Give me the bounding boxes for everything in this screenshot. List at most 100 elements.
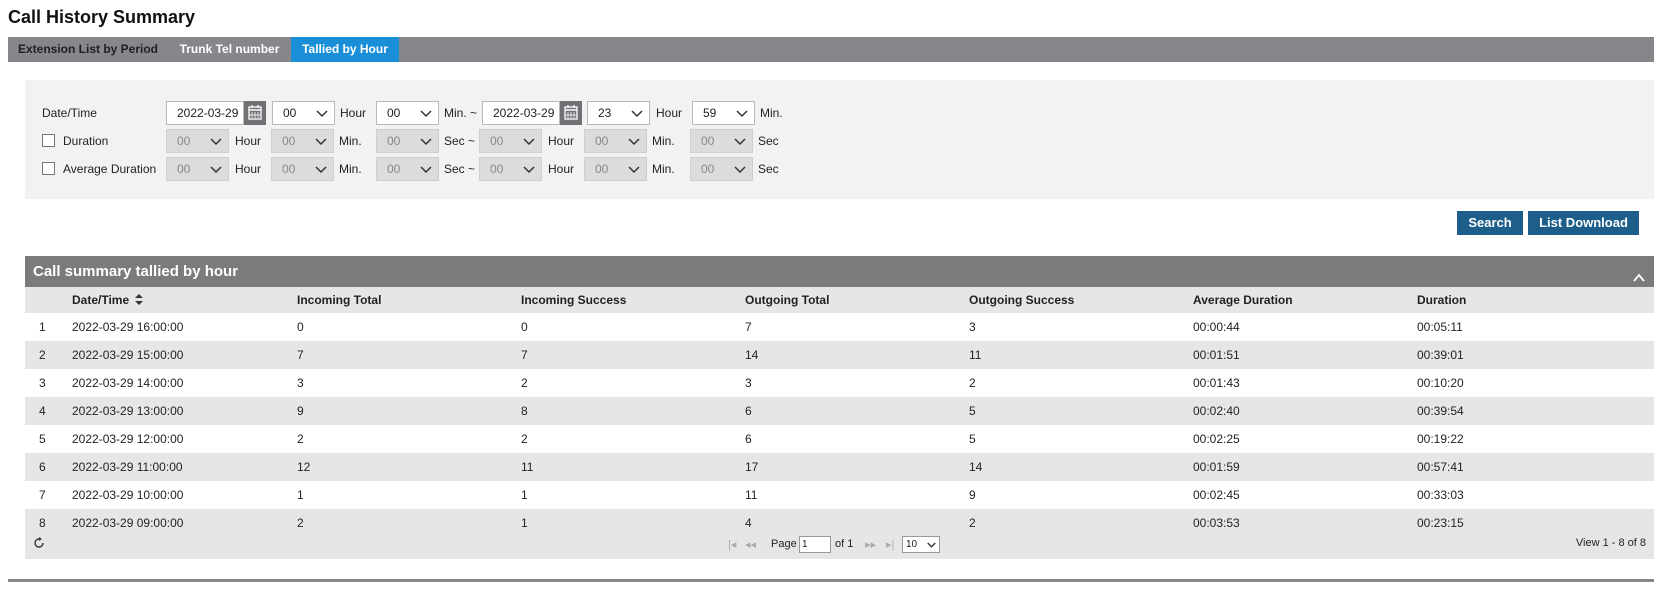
- call-summary-grid: Call summary tallied by hour Date/Time I…: [25, 256, 1654, 561]
- first-page-icon[interactable]: |◂: [728, 538, 736, 551]
- table-cell: 0: [297, 320, 304, 334]
- pagination-bar: |◂ ◂◂ Page 1 of 1 ▸▸ ▸| 10 View 1 - 8 of…: [25, 529, 1654, 559]
- tab-trunk-tel-number[interactable]: Trunk Tel number: [168, 37, 291, 62]
- start-hour-select[interactable]: 00: [272, 101, 335, 125]
- col-duration[interactable]: Duration: [1417, 287, 1466, 313]
- select-value: 00: [701, 134, 715, 148]
- chevron-down-icon: [734, 135, 746, 147]
- select-value: 00: [282, 134, 296, 148]
- table-cell: 3: [297, 376, 304, 390]
- chevron-down-icon: [631, 107, 643, 119]
- end-min-select[interactable]: 59: [692, 101, 755, 125]
- avg-from-min-select[interactable]: 00: [271, 157, 334, 181]
- chevron-down-icon: [420, 107, 432, 119]
- page-number-input[interactable]: 1: [799, 536, 831, 553]
- end-hour-select[interactable]: 23: [587, 101, 650, 125]
- table-cell: 00:02:45: [1193, 488, 1240, 502]
- duration-from-hour-select[interactable]: 00: [166, 129, 229, 153]
- calendar-icon: [564, 105, 578, 120]
- unit-min-tilde-label: Min. ~: [444, 106, 478, 120]
- unit-sec-label: Sec: [758, 162, 779, 176]
- end-min-value: 59: [703, 106, 717, 120]
- grid-title: Call summary tallied by hour: [33, 263, 239, 280]
- duration-checkbox[interactable]: [42, 134, 55, 147]
- next-page-icon[interactable]: ▸▸: [865, 538, 876, 551]
- table-cell: 00:01:43: [1193, 376, 1240, 390]
- table-cell: 2022-03-29 11:00:00: [72, 460, 183, 474]
- avg-from-hour-select[interactable]: 00: [166, 157, 229, 181]
- chevron-down-icon: [927, 542, 936, 548]
- avg-from-sec-select[interactable]: 00: [376, 157, 439, 181]
- search-button[interactable]: Search: [1457, 211, 1523, 235]
- unit-hour-label: Hour: [340, 106, 367, 120]
- avg-duration-checkbox[interactable]: [42, 162, 55, 175]
- col-datetime[interactable]: Date/Time: [72, 287, 144, 313]
- row-number: 1: [39, 320, 46, 334]
- table-cell: 14: [745, 348, 759, 362]
- chevron-down-icon: [628, 163, 640, 175]
- page-size-select[interactable]: 10: [902, 536, 940, 553]
- duration-to-sec-select[interactable]: 00: [690, 129, 753, 153]
- select-value: 00: [387, 162, 401, 176]
- table-cell: 6: [745, 432, 752, 446]
- table-row[interactable]: 2 2022-03-29 15:00:00 7 7 14 11 00:01:51 00:39:…: [25, 341, 1654, 369]
- select-value: 00: [177, 162, 191, 176]
- col-outgoing-success[interactable]: Outgoing Success: [969, 287, 1074, 313]
- table-cell: 3: [745, 376, 752, 390]
- unit-min-label: Min.: [339, 134, 362, 148]
- table-cell: 7: [297, 348, 304, 362]
- chevron-down-icon: [628, 135, 640, 147]
- chevron-up-icon[interactable]: [1632, 265, 1646, 282]
- table-cell: 5: [969, 404, 976, 418]
- table-row[interactable]: 3 2022-03-29 14:00:00 3 2 3 2 00:01:43 00:10:20: [25, 369, 1654, 397]
- table-row[interactable]: 1 2022-03-29 16:00:00 0 0 7 3 00:00:44 00:05:11: [25, 313, 1654, 341]
- col-outgoing-total[interactable]: Outgoing Total: [745, 287, 829, 313]
- start-date-input[interactable]: 2022-03-29: [166, 101, 244, 125]
- page-size-value: 10: [906, 539, 918, 550]
- unit-hour-label: Hour: [235, 134, 262, 148]
- end-date-input[interactable]: 2022-03-29: [482, 101, 560, 125]
- col-incoming-success[interactable]: Incoming Success: [521, 287, 626, 313]
- page-label: Page: [771, 538, 797, 550]
- table-row[interactable]: 5 2022-03-29 12:00:00 2 2 6 5 00:02:25 00:19:22: [25, 425, 1654, 453]
- table-cell: 00:33:03: [1417, 488, 1464, 502]
- bottom-divider: [8, 579, 1654, 582]
- last-page-icon[interactable]: ▸|: [886, 538, 894, 551]
- table-cell: 17: [745, 460, 759, 474]
- table-row[interactable]: 6 2022-03-29 11:00:00 12 11 17 14 00:01:59 00:5…: [25, 453, 1654, 481]
- avg-to-sec-select[interactable]: 00: [690, 157, 753, 181]
- table-row[interactable]: 4 2022-03-29 13:00:00 9 8 6 5 00:02:40 00:39:54: [25, 397, 1654, 425]
- row-number: 4: [39, 404, 46, 418]
- duration-from-sec-select[interactable]: 00: [376, 129, 439, 153]
- table-cell: 11: [969, 348, 982, 362]
- tab-extension-list[interactable]: Extension List by Period: [8, 37, 168, 62]
- table-cell: 00:00:44: [1193, 320, 1240, 334]
- table-cell: 1: [297, 488, 304, 502]
- col-datetime-label: Date/Time: [72, 293, 130, 307]
- duration-to-hour-select[interactable]: 00: [479, 129, 542, 153]
- table-cell: 3: [969, 320, 976, 334]
- table-row[interactable]: 7 2022-03-29 10:00:00 1 1 11 9 00:02:45 00:33:0…: [25, 481, 1654, 509]
- select-value: 00: [282, 162, 296, 176]
- avg-to-min-select[interactable]: 00: [584, 157, 647, 181]
- chevron-down-icon: [315, 163, 327, 175]
- col-incoming-total[interactable]: Incoming Total: [297, 287, 381, 313]
- filter-panel: Date/Time 2022-03-29 00 Hour 00 Min. ~ 2…: [25, 80, 1654, 199]
- duration-from-min-select[interactable]: 00: [271, 129, 334, 153]
- list-download-button[interactable]: List Download: [1528, 211, 1639, 235]
- table-cell: 2: [297, 432, 304, 446]
- tab-tallied-by-hour[interactable]: Tallied by Hour: [291, 37, 399, 62]
- grid-column-header: Date/Time Incoming Total Incoming Succes…: [25, 287, 1654, 313]
- table-cell: 00:01:59: [1193, 460, 1240, 474]
- col-average-duration[interactable]: Average Duration: [1193, 287, 1293, 313]
- refresh-icon[interactable]: [33, 537, 45, 552]
- unit-hour-label: Hour: [235, 162, 262, 176]
- prev-page-icon[interactable]: ◂◂: [745, 538, 756, 551]
- chevron-down-icon: [736, 107, 748, 119]
- avg-to-hour-select[interactable]: 00: [479, 157, 542, 181]
- start-min-select[interactable]: 00: [376, 101, 439, 125]
- start-min-value: 00: [387, 106, 401, 120]
- duration-to-min-select[interactable]: 00: [584, 129, 647, 153]
- start-calendar-button[interactable]: [244, 101, 266, 125]
- end-calendar-button[interactable]: [560, 101, 582, 125]
